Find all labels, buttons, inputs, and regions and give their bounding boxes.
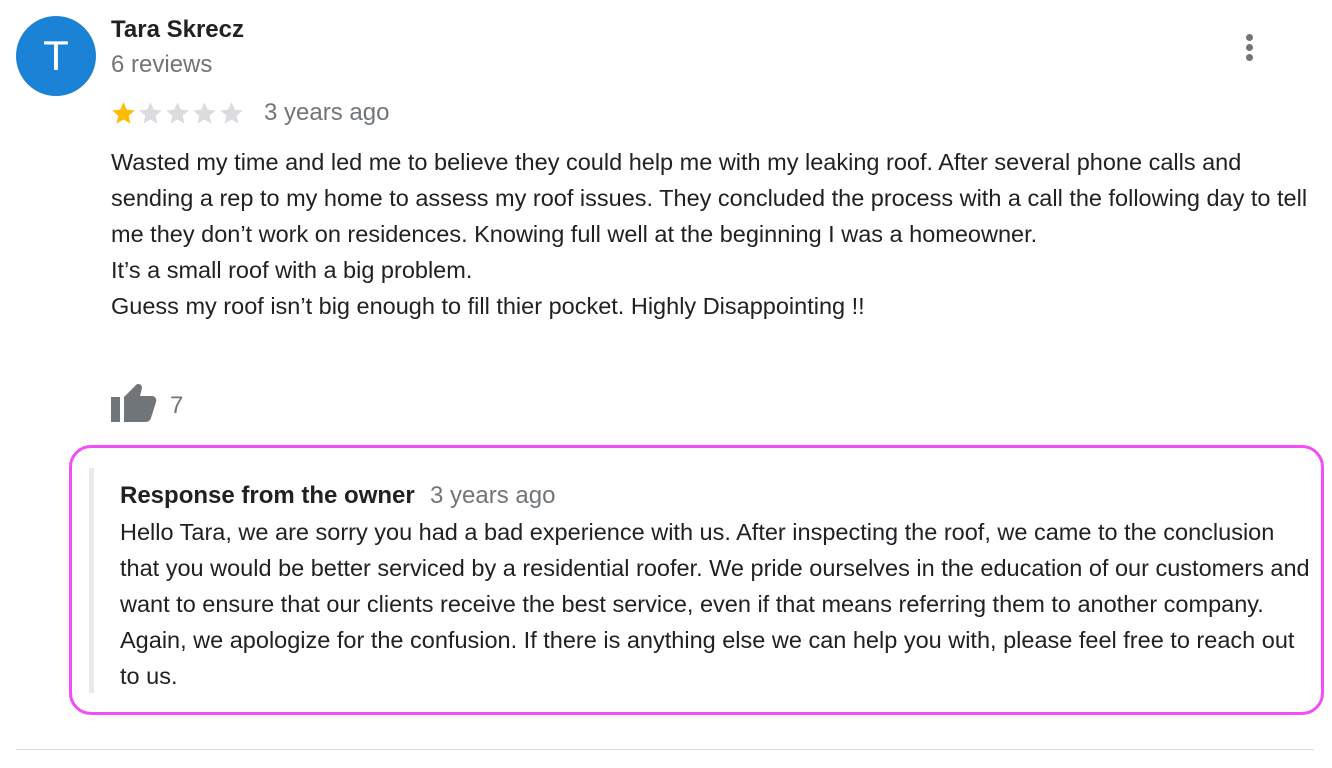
more-vertical-icon-dot xyxy=(1246,34,1253,41)
star-rating xyxy=(110,99,245,127)
owner-response-time: 3 years ago xyxy=(430,482,556,509)
star-filled-icon xyxy=(112,101,135,124)
owner-response-text: Hello Tara, we are sorry you had a bad e… xyxy=(120,519,1310,689)
divider xyxy=(16,749,1314,750)
avatar[interactable]: T xyxy=(16,16,96,96)
author-name[interactable]: Tara Skrecz xyxy=(111,16,244,44)
like-button[interactable] xyxy=(110,382,158,424)
like-count: 7 xyxy=(170,392,184,419)
review-text-line: It’s a small roof with a big problem. xyxy=(111,257,473,283)
more-vertical-icon-dot xyxy=(1246,54,1253,61)
owner-response-bar xyxy=(89,468,94,693)
review-text-line: Wasted my time and led me to believe the… xyxy=(111,149,1308,247)
star-empty-icon xyxy=(166,101,189,124)
star-empty-icon xyxy=(193,101,216,124)
review-text: Wasted my time and led me to believe the… xyxy=(111,144,1321,324)
more-vertical-icon-dot xyxy=(1246,44,1253,51)
review-time: 3 years ago xyxy=(264,99,390,126)
thumbs-up-icon xyxy=(111,384,157,422)
review-text-line: Guess my roof isn’t big enough to fill t… xyxy=(111,293,865,319)
more-options-button[interactable] xyxy=(1232,30,1268,66)
star-empty-icon xyxy=(220,101,243,124)
review-card: T Tara Skrecz 6 reviews 3 years ago Wast… xyxy=(0,0,1332,768)
review-count[interactable]: 6 reviews xyxy=(111,51,212,79)
owner-response-heading: Response from the owner xyxy=(120,482,415,509)
star-empty-icon xyxy=(139,101,162,124)
